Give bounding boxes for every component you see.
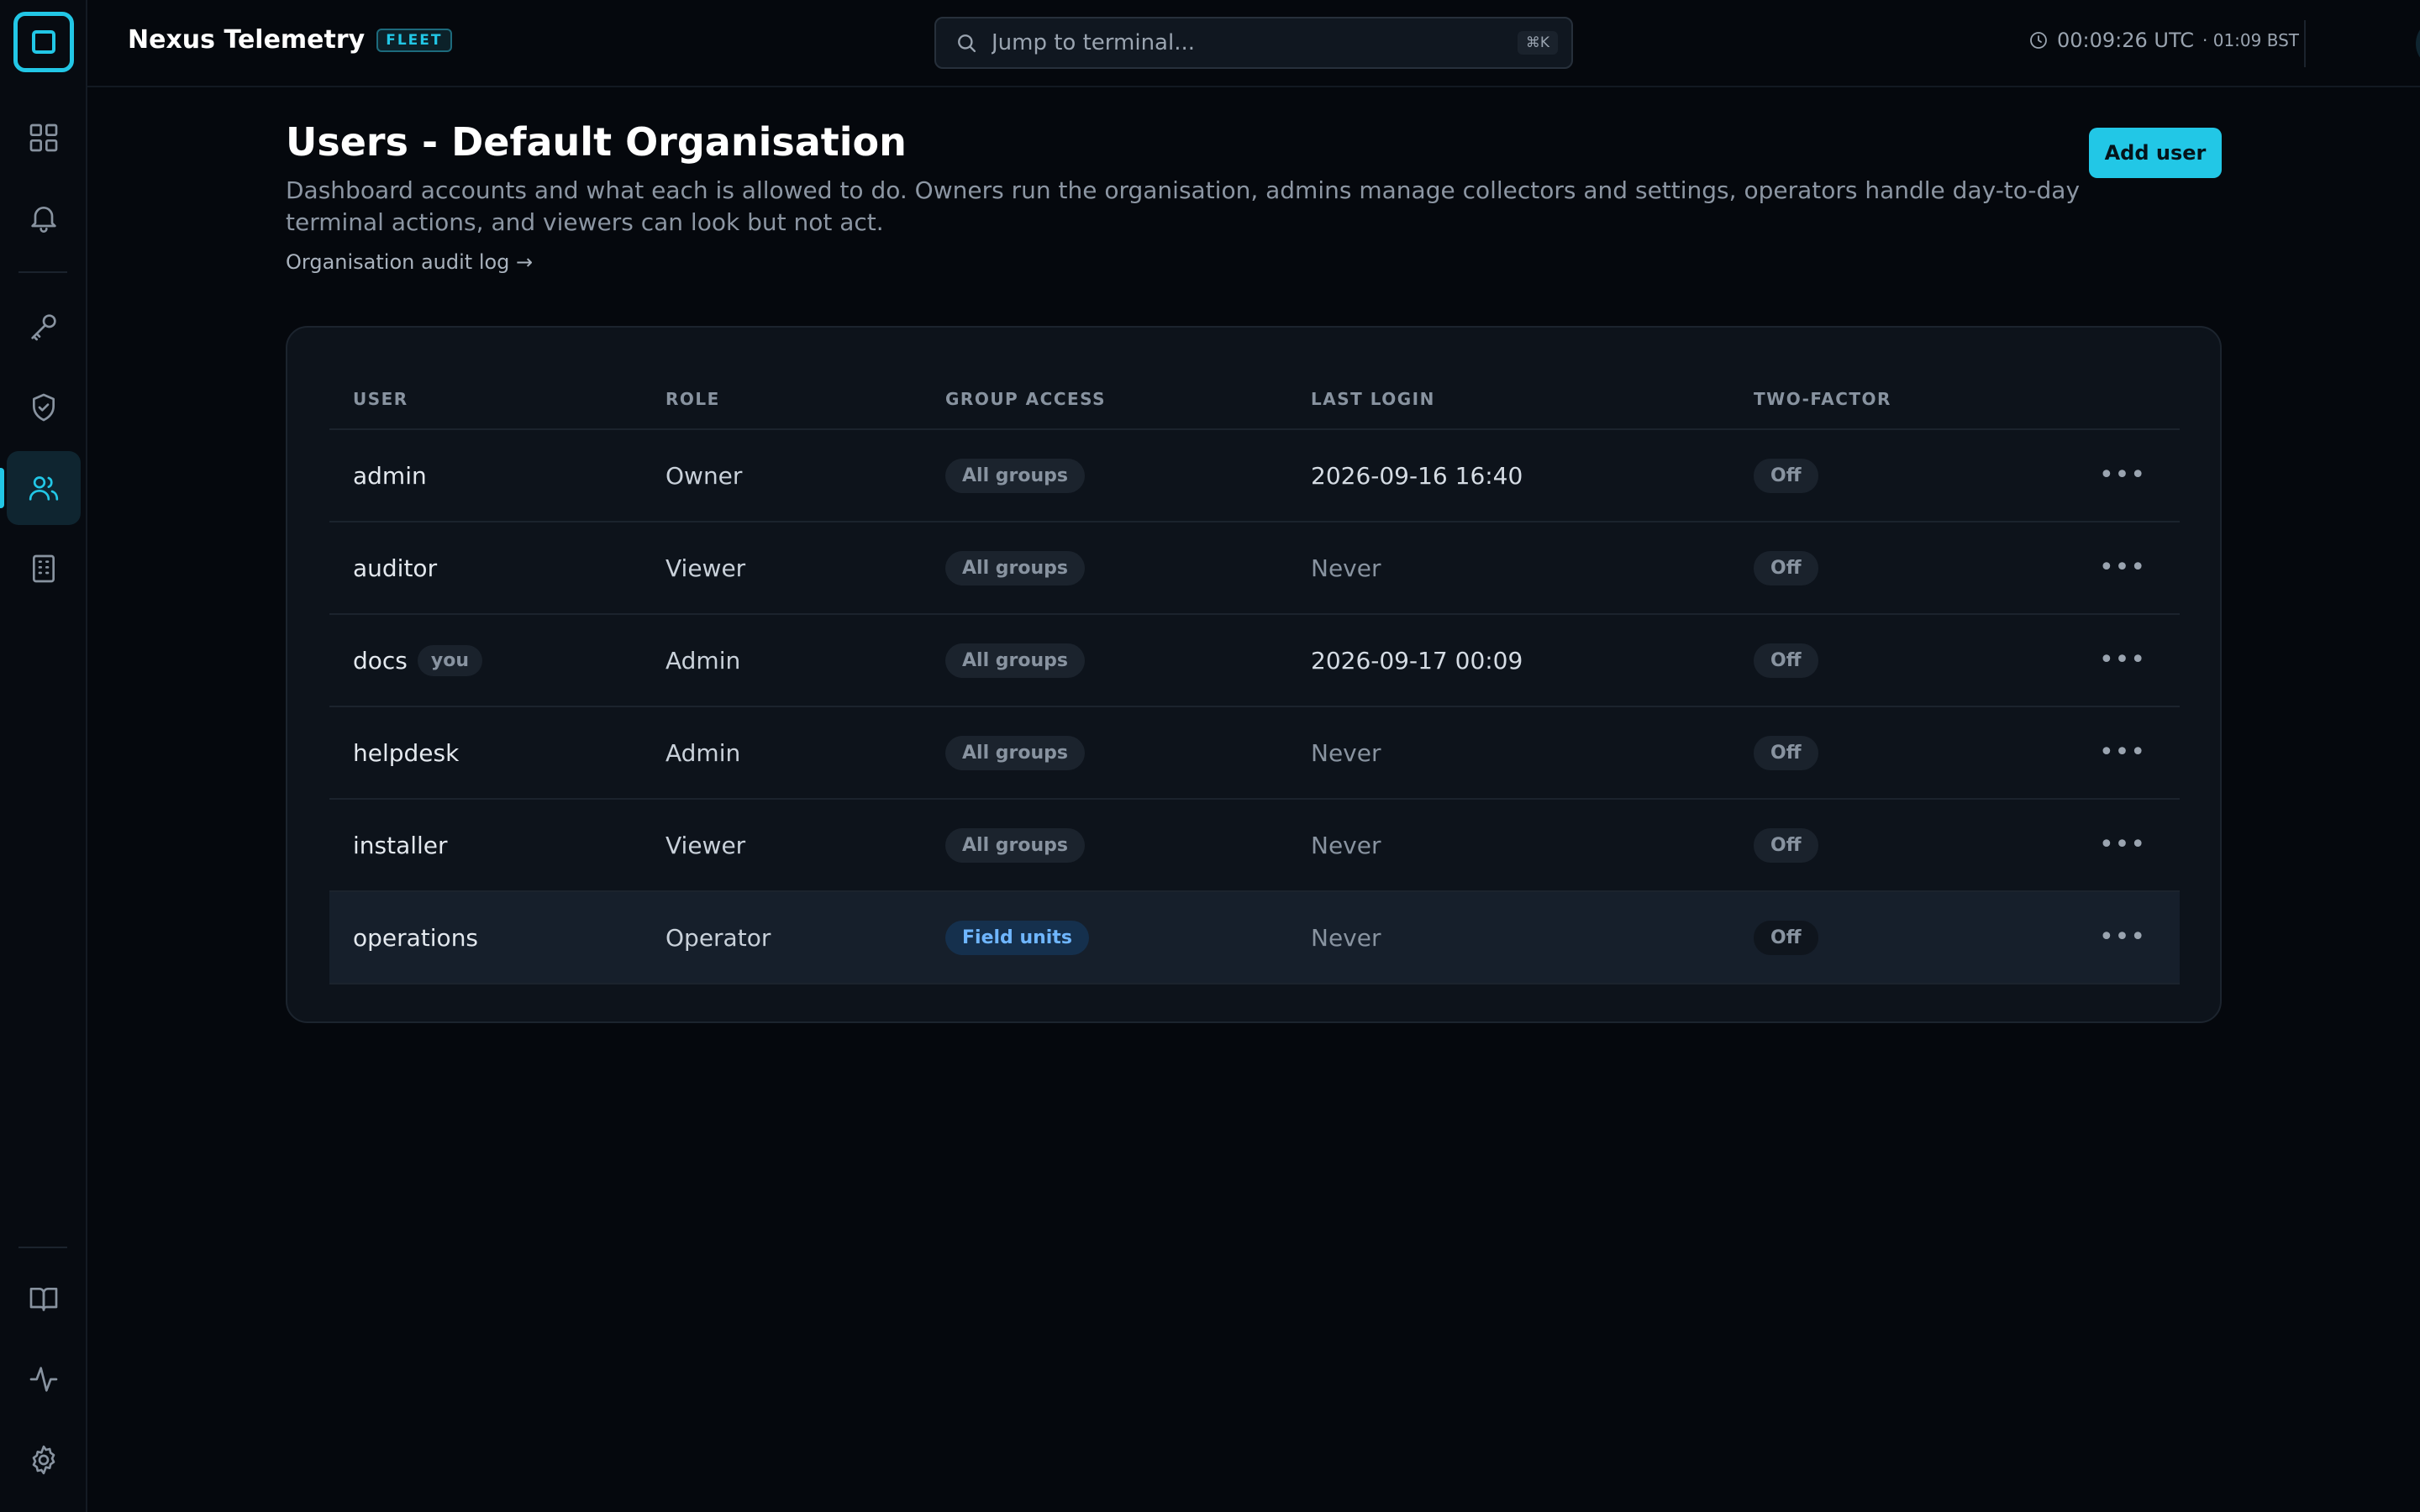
book-icon: [29, 1288, 58, 1311]
more-actions-icon[interactable]: •••: [2099, 643, 2145, 677]
gear-icon: [32, 1445, 55, 1475]
group-access-badge: All groups: [945, 458, 1085, 493]
search-box[interactable]: ⌘K: [934, 17, 1573, 69]
bell-icon: [31, 207, 56, 233]
group-access-badge: All groups: [945, 550, 1085, 585]
sidebar-item-organisation[interactable]: [7, 532, 81, 606]
two-factor-badge: Off: [1754, 920, 1818, 955]
topbar-divider: [2304, 20, 2306, 67]
audit-log-link[interactable]: Organisation audit log →: [286, 250, 533, 274]
two-factor-badge: Off: [1754, 735, 1818, 770]
sidebar-item-users[interactable]: [0, 451, 81, 525]
user-role: Operator: [666, 923, 771, 952]
more-actions-icon[interactable]: •••: [2099, 921, 2145, 954]
more-actions-icon[interactable]: •••: [2099, 551, 2145, 585]
last-login: 2026-09-16 16:40: [1311, 461, 1523, 490]
sidebar-item-keys[interactable]: [7, 290, 81, 364]
table-row[interactable]: admin Owner All groups 2026-09-16 16:40 …: [329, 430, 2180, 522]
users-icon: [29, 476, 59, 501]
search-input[interactable]: [990, 29, 1518, 56]
user-role: Viewer: [666, 554, 746, 582]
user-name: admin: [353, 461, 427, 490]
table-row[interactable]: operations Operator Field units Never Of…: [329, 892, 2180, 984]
last-login: Never: [1311, 738, 1381, 767]
activity-icon: [29, 1367, 58, 1392]
more-actions-icon[interactable]: •••: [2099, 736, 2145, 769]
last-login: 2026-09-17 00:09: [1311, 646, 1523, 675]
user-name: docs: [353, 646, 408, 675]
more-actions-icon[interactable]: •••: [2099, 828, 2145, 862]
table-row[interactable]: auditor Viewer All groups Never Off •••: [329, 522, 2180, 615]
header-role: ROLE: [666, 389, 720, 409]
sidebar-divider-bottom: [18, 1247, 67, 1248]
table-row[interactable]: installer Viewer All groups Never Off ••…: [329, 800, 2180, 892]
two-factor-badge: Off: [1754, 827, 1818, 863]
user-role: Admin: [666, 738, 741, 767]
group-access-badge: All groups: [945, 827, 1085, 863]
last-login: Never: [1311, 831, 1381, 859]
user-name: operations: [353, 923, 479, 952]
two-factor-badge: Off: [1754, 643, 1818, 678]
avatar[interactable]: DO: [2416, 18, 2420, 69]
clock-utc: 00:09:26 UTC: [2057, 29, 2194, 52]
group-access-badge: All groups: [945, 643, 1085, 678]
page-title: Users - Default Organisation: [286, 119, 907, 165]
two-factor-badge: Off: [1754, 550, 1818, 585]
user-role: Admin: [666, 646, 741, 675]
user-name: helpdesk: [353, 738, 460, 767]
user-role: Owner: [666, 461, 743, 490]
group-access-badge: All groups: [945, 735, 1085, 770]
sidebar-item-dashboard[interactable]: [7, 101, 81, 175]
user-name: installer: [353, 831, 448, 859]
more-actions-icon[interactable]: •••: [2099, 459, 2145, 492]
app-name: Nexus Telemetry: [128, 25, 366, 55]
grid-icon: [29, 123, 58, 152]
users-table: USER ROLE GROUP ACCESS LAST LOGIN TWO-FA…: [329, 370, 2180, 984]
table-header: USER ROLE GROUP ACCESS LAST LOGIN TWO-FA…: [329, 370, 2180, 430]
last-login: Never: [1311, 923, 1381, 952]
header-user: USER: [353, 389, 408, 409]
group-access-badge: Field units: [945, 920, 1089, 955]
sidebar-item-settings[interactable]: [7, 1423, 81, 1497]
clock: 00:09:26 UTC · 01:09 BST: [2028, 29, 2299, 52]
brand: Nexus Telemetry FLEET: [128, 25, 452, 55]
table-row[interactable]: docs you Admin All groups 2026-09-17 00:…: [329, 615, 2180, 707]
sidebar-item-security[interactable]: [7, 370, 81, 444]
header-two-factor: TWO-FACTOR: [1754, 389, 1891, 409]
search-shortcut: ⌘K: [1517, 31, 1558, 55]
user-role: Viewer: [666, 831, 746, 859]
sidebar-divider: [18, 271, 67, 273]
page-description: Dashboard accounts and what each is allo…: [286, 176, 2081, 236]
top-bar: Nexus Telemetry FLEET ⌘K 00:09:26 UTC · …: [87, 0, 2420, 87]
search-icon: [958, 34, 976, 53]
user-name: auditor: [353, 554, 438, 582]
sidebar-item-alerts[interactable]: [7, 181, 81, 255]
table-row[interactable]: helpdesk Admin All groups Never Off •••: [329, 707, 2180, 800]
key-icon: [31, 314, 56, 341]
fleet-badge: FLEET: [376, 28, 452, 52]
clock-local: · 01:09 BST: [2202, 30, 2299, 50]
two-factor-badge: Off: [1754, 458, 1818, 493]
users-card: USER ROLE GROUP ACCESS LAST LOGIN TWO-FA…: [286, 326, 2222, 1023]
building-icon: [33, 554, 55, 583]
add-user-button[interactable]: Add user: [2089, 128, 2222, 178]
last-login: Never: [1311, 554, 1381, 582]
you-badge: you: [417, 644, 483, 676]
sidebar-item-activity[interactable]: [7, 1342, 81, 1416]
sidebar: [0, 0, 87, 1512]
sidebar-item-docs[interactable]: [7, 1262, 81, 1336]
app-logo[interactable]: [13, 12, 74, 72]
clock-icon: [2030, 32, 2047, 49]
header-last-login: LAST LOGIN: [1311, 389, 1435, 409]
header-group-access: GROUP ACCESS: [945, 389, 1107, 409]
shield-icon: [33, 393, 55, 422]
